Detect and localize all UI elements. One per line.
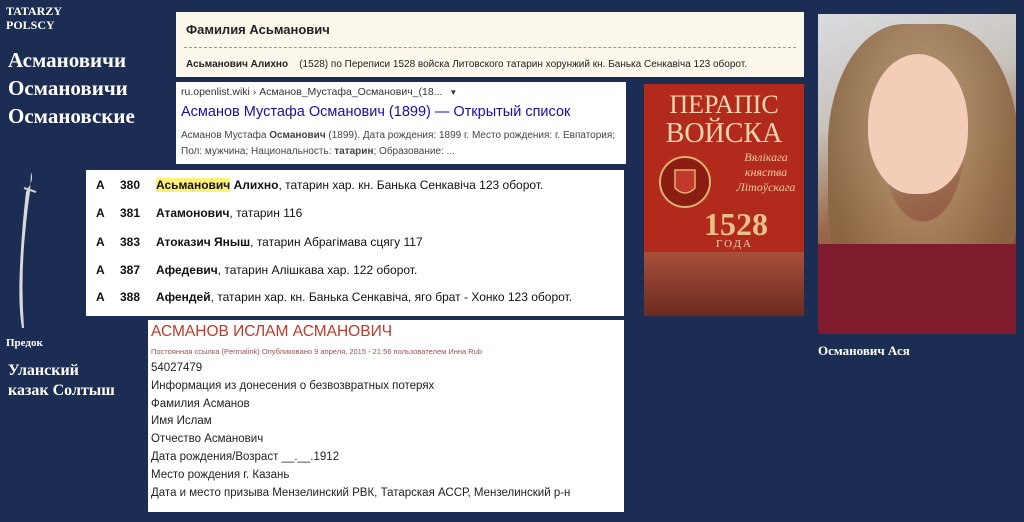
record-line: Отчество Асманович	[151, 433, 264, 446]
list-letter: А	[96, 263, 105, 277]
book-cover: ПЕРАПІС ВОЙСКА Вялікага княства Літоўска…	[644, 84, 804, 316]
list-number: 383	[120, 235, 141, 249]
url-text: ru.openlist.wiki › Асманов_Мустафа_Осман…	[181, 86, 443, 98]
list-letter: А	[96, 178, 105, 192]
photo-caption: Османович Ася	[818, 343, 910, 358]
ancestor-label: Предок	[6, 337, 43, 349]
ancestor-name-line: казак Солтыш	[8, 382, 115, 399]
record-line: Имя Ислам	[151, 415, 212, 428]
record-line: Фамилия Асманов	[151, 397, 250, 410]
site-tag-line: POLSCY	[6, 18, 55, 32]
face	[868, 54, 968, 194]
list-item: А 383 Атоказич Яныш, татарин Абрагімава сц…	[86, 235, 624, 263]
list-description: , татарин Алішкава хар. 122 оборот.	[217, 263, 418, 277]
search-result-url[interactable]: ru.openlist.wiki › Асманов_Мустафа_Осман…	[181, 86, 457, 98]
list-surname: Афендей	[156, 290, 211, 304]
record-line: Место рождения г. Казань	[151, 468, 290, 481]
search-result-snippet: Асманов Мустафа Османович (1899). Дата р…	[181, 130, 616, 157]
ancestor-name-line: Уланский	[8, 362, 79, 379]
list-letter: А	[96, 290, 105, 304]
portrait-photo	[818, 14, 1016, 334]
list-number: 380	[120, 178, 141, 192]
book-illustration	[644, 252, 804, 316]
list-letter: А	[96, 206, 105, 220]
site-tag-line: TATARZY	[6, 4, 63, 18]
record-line: 54027479	[151, 362, 203, 374]
chevron-down-icon[interactable]: ▼	[449, 88, 457, 97]
list-item: А 380 Асьманович Алихно, татарин хар. кн. …	[86, 178, 624, 206]
coat-of-arms-icon	[659, 156, 711, 208]
list-number: 387	[120, 263, 141, 277]
list-text: Афендей, татарин хар. кн. Банька Сенкаві…	[156, 290, 572, 304]
list-letter: А	[96, 235, 105, 249]
list-number: 381	[120, 206, 141, 220]
list-text: Афедевич, татарин Алішкава хар. 122 обор…	[156, 263, 417, 277]
ancestor-name: Уланский казак Солтыш	[8, 361, 115, 401]
list-item: А 388 Афендей, татарин хар. кн. Банька Сен…	[86, 290, 624, 318]
book-year-label: ГОДА	[716, 238, 753, 250]
dictionary-row-text: (1528) по Переписи 1528 войска Литовског…	[299, 59, 748, 70]
list-item: А 387 Афедевич, татарин Алішкава хар. 122 …	[86, 263, 624, 291]
list-number: 388	[120, 290, 141, 304]
search-result-panel: ru.openlist.wiki › Асманов_Мустафа_Осман…	[176, 82, 626, 164]
surname: Асмановичи	[8, 48, 127, 72]
record-line: Дата рождения/Возраст __.__.1912	[151, 450, 340, 463]
site-tag: TATARZY POLSCY	[6, 4, 62, 32]
loss-record-panel: АСМАНОВ ИСЛАМ АСМАНОВИЧ Постоянная ссылк…	[148, 320, 624, 512]
book-subtitle: Вялікага княства Літоўскага	[736, 150, 796, 194]
search-result-title[interactable]: Асманов Мустафа Османович (1899) — Откры…	[181, 104, 570, 120]
book-title: ПЕРАПІС	[669, 90, 779, 119]
list-description: , татарин хар. кн. Банька Сенкавіча 123 …	[278, 178, 544, 192]
surname-list: Асмановичи Османовичи Османовские	[8, 46, 135, 130]
sword-image	[4, 166, 44, 334]
record-lines: 54027479 Информация из донесения о безво…	[151, 360, 570, 502]
surname-list-panel: А 380 Асьманович Алихно, татарин хар. кн. …	[86, 170, 624, 316]
list-description: , татарин хар. кн. Банька Сенкавіча, яго…	[210, 290, 573, 304]
surname: Османовичи	[8, 76, 128, 100]
list-item: А 381 Атамонович, татарин 116	[86, 206, 624, 234]
book-title: ВОЙСКА	[665, 118, 783, 149]
list-description: , татарин Абрагімава сцягу 117	[250, 235, 423, 249]
dictionary-row-name: Асьманович Алихно	[186, 59, 289, 70]
record-title: АСМАНОВ ИСЛАМ АСМАНОВИЧ	[151, 323, 393, 340]
list-surname: Атоказич Яныш	[156, 235, 251, 249]
shirt	[818, 244, 1016, 334]
list-given-name: Алихно	[230, 178, 279, 192]
list-description: , татарин 116	[229, 206, 303, 220]
record-meta: Постоянная ссылка (Permalink) Опубликова…	[151, 347, 483, 356]
list-text: Асьманович Алихно, татарин хар. кн. Бань…	[156, 178, 543, 192]
surname: Османовские	[8, 104, 135, 128]
list-text: Атамонович, татарин 116	[156, 206, 302, 220]
divider	[184, 47, 796, 48]
dictionary-panel: Фамилия Асьманович Асьманович Алихно (15…	[176, 12, 804, 77]
list-surname: Асьманович	[156, 178, 231, 192]
list-surname: Афедевич	[156, 263, 218, 277]
record-line: Информация из донесения о безвозвратных …	[151, 379, 435, 392]
list-surname: Атамонович	[156, 206, 230, 220]
dictionary-title: Фамилия Асьманович	[186, 22, 330, 37]
record-line: Дата и место призыва Мензелинский РВК, Т…	[151, 486, 571, 499]
dictionary-row: Асьманович Алихно (1528) по Переписи 152…	[186, 59, 747, 70]
list-text: Атоказич Яныш, татарин Абрагімава сцягу …	[156, 235, 423, 249]
